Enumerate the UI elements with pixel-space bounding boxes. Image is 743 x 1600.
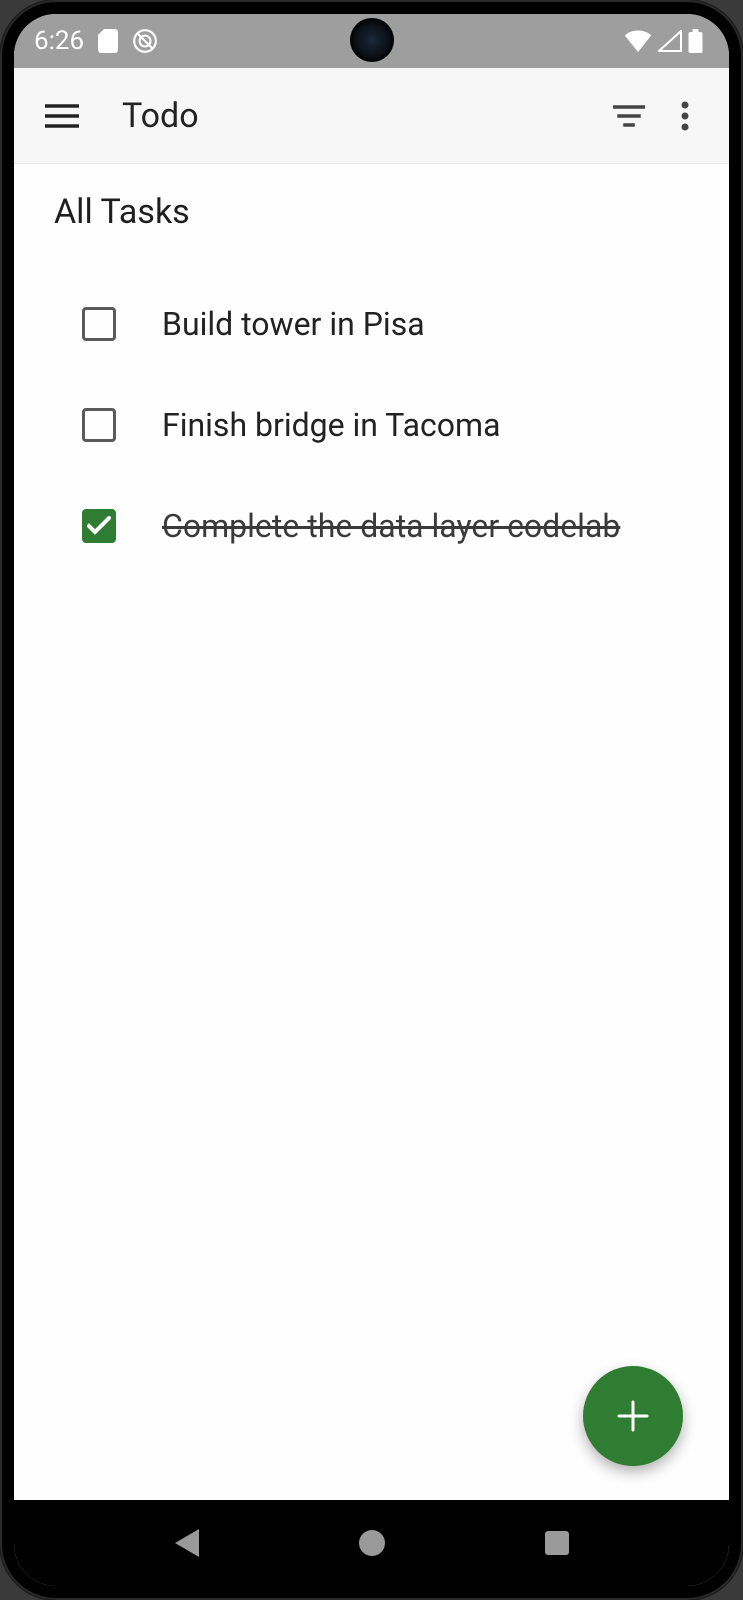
battery-icon (688, 29, 703, 53)
overflow-menu-button[interactable] (657, 88, 713, 144)
status-right (624, 29, 703, 53)
menu-button[interactable] (38, 92, 86, 140)
task-checkbox[interactable] (82, 509, 116, 543)
task-list: Build tower in Pisa Finish bridge in Tac… (54, 274, 693, 576)
add-task-fab[interactable] (583, 1366, 683, 1466)
task-label[interactable]: Complete the data layer codelab (162, 504, 620, 549)
task-label[interactable]: Build tower in Pisa (162, 302, 425, 347)
plus-icon (615, 1398, 651, 1434)
wifi-icon (624, 30, 652, 52)
app-title: Todo (122, 96, 601, 136)
status-left: 6:26 (34, 26, 158, 56)
navigation-bar (14, 1500, 729, 1586)
filter-button[interactable] (601, 88, 657, 144)
recents-icon (545, 1531, 569, 1555)
nav-home-button[interactable] (348, 1519, 396, 1567)
screen: 6:26 (14, 14, 729, 1586)
back-icon (175, 1529, 199, 1557)
check-icon (87, 516, 111, 536)
content-area: All Tasks Build tower in Pisa Finish bri… (14, 164, 729, 1500)
task-row[interactable]: Finish bridge in Tacoma (54, 375, 693, 476)
task-row[interactable]: Build tower in Pisa (54, 274, 693, 375)
more-vert-icon (681, 101, 689, 131)
device-frame: 6:26 (0, 0, 743, 1600)
task-label[interactable]: Finish bridge in Tacoma (162, 403, 500, 448)
filter-icon (613, 105, 645, 127)
nav-back-button[interactable] (163, 1519, 211, 1567)
task-checkbox[interactable] (82, 307, 116, 341)
app-bar: Todo (14, 68, 729, 164)
task-row[interactable]: Complete the data layer codelab (54, 476, 693, 577)
hamburger-icon (45, 104, 79, 128)
status-time: 6:26 (34, 26, 84, 56)
sd-card-icon (98, 29, 118, 53)
task-checkbox[interactable] (82, 408, 116, 442)
do-not-disturb-icon (132, 28, 158, 54)
signal-icon (658, 30, 682, 52)
section-title: All Tasks (54, 192, 693, 232)
nav-recents-button[interactable] (533, 1519, 581, 1567)
home-icon (359, 1530, 385, 1556)
camera-notch (350, 18, 394, 62)
